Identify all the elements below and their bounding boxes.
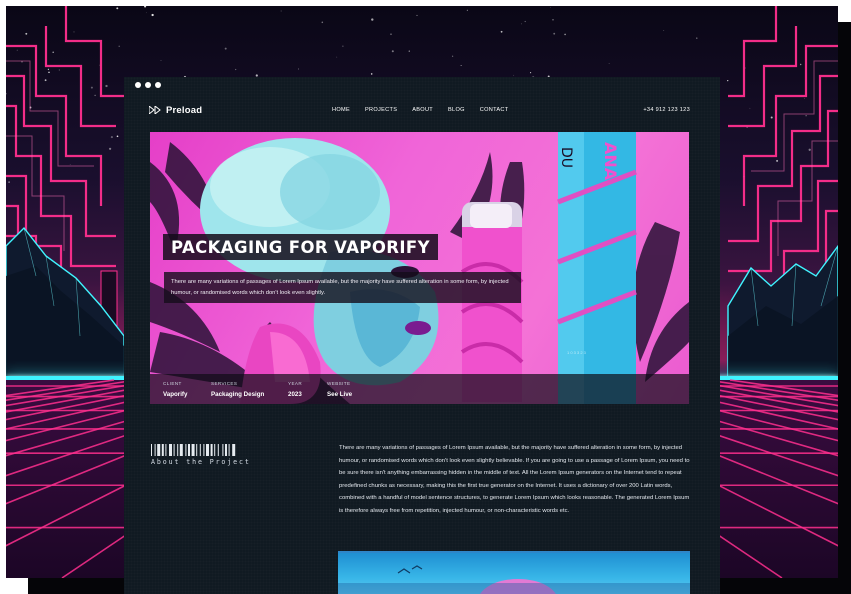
barcode-icon xyxy=(151,444,236,456)
window-dot-maximize[interactable] xyxy=(155,82,161,88)
hero-description: There are many variations of passages of… xyxy=(164,272,521,303)
barcode-bar xyxy=(191,444,195,456)
window-controls xyxy=(135,82,161,88)
nav-link-about[interactable]: ABOUT xyxy=(412,107,433,113)
barcode-bar xyxy=(217,444,219,456)
meta-services-value: Packaging Design xyxy=(211,391,265,398)
nav-menu: HOME PROJECTS ABOUT BLOG CONTACT xyxy=(332,107,509,113)
about-section-label: About the Project xyxy=(151,458,251,466)
hero-illustration: DU ANA 1 0 3 3 2 3 xyxy=(150,132,689,404)
meta-client-label: CLIENT xyxy=(163,381,182,386)
about-body-text: There are many variations of passages of… xyxy=(339,445,690,514)
barcode-bar xyxy=(179,444,183,456)
barcode-bar xyxy=(188,444,190,456)
barcode-bar xyxy=(210,444,213,456)
barcode-bar xyxy=(225,444,227,456)
browser-window: Preload HOME PROJECTS ABOUT BLOG CONTACT… xyxy=(124,77,720,594)
svg-text:1 0 3 3 2 3: 1 0 3 3 2 3 xyxy=(567,350,587,355)
barcode-bar xyxy=(165,444,167,456)
barcode-bar xyxy=(177,444,179,456)
meta-website: WEBSITE See Live xyxy=(327,381,352,398)
play-forward-icon xyxy=(149,106,161,114)
preview-art xyxy=(338,565,690,594)
nav-link-home[interactable]: HOME xyxy=(332,107,350,113)
barcode-bar xyxy=(157,444,161,456)
window-dot-minimize[interactable] xyxy=(145,82,151,88)
nav-link-blog[interactable]: BLOG xyxy=(448,107,465,113)
meta-year-value: 2023 xyxy=(288,391,302,398)
barcode-bar xyxy=(232,444,236,456)
barcode-bar xyxy=(169,444,172,456)
barcode-bar xyxy=(154,444,156,456)
contact-phone[interactable]: +34 912 123 123 xyxy=(643,107,690,113)
barcode-bar xyxy=(228,444,230,456)
barcode-bar xyxy=(173,444,175,456)
barcode-bar xyxy=(185,444,187,456)
barcode-bar xyxy=(151,444,152,456)
barcode-bar xyxy=(161,444,164,456)
hero-title: PACKAGING FOR VAPORIFY xyxy=(163,234,438,260)
brand-name: Preload xyxy=(166,104,203,116)
barcode-bar xyxy=(199,444,201,456)
meta-client-value: Vaporify xyxy=(163,391,188,398)
meta-website-link[interactable]: See Live xyxy=(327,391,352,398)
nav-link-contact[interactable]: CONTACT xyxy=(480,107,509,113)
project-meta-bar: CLIENT Vaporify SERVICES Packaging Desig… xyxy=(150,374,689,404)
meta-website-label: WEBSITE xyxy=(327,381,351,386)
svg-text:DU: DU xyxy=(558,147,574,168)
brand-logo[interactable]: Preload xyxy=(149,105,202,116)
barcode-bar xyxy=(196,444,198,456)
barcode-bar xyxy=(222,444,224,456)
next-image-preview xyxy=(338,551,690,594)
svg-text:ANA: ANA xyxy=(601,142,620,181)
nav-link-projects[interactable]: PROJECTS xyxy=(365,107,397,113)
window-dot-close[interactable] xyxy=(135,82,141,88)
meta-services: SERVICES Packaging Design xyxy=(211,381,264,398)
barcode-bar xyxy=(206,444,209,456)
barcode-bar xyxy=(214,444,216,456)
meta-services-label: SERVICES xyxy=(211,381,238,386)
meta-year-label: YEAR xyxy=(288,381,303,386)
meta-client: CLIENT Vaporify xyxy=(163,381,187,398)
meta-year: YEAR 2023 xyxy=(288,381,302,398)
top-navigation: Preload HOME PROJECTS ABOUT BLOG CONTACT… xyxy=(149,103,690,117)
hero-banner: DU ANA 1 0 3 3 2 3 PACKAGING FOR VAPORIF… xyxy=(150,132,689,404)
barcode-bar xyxy=(203,444,205,456)
